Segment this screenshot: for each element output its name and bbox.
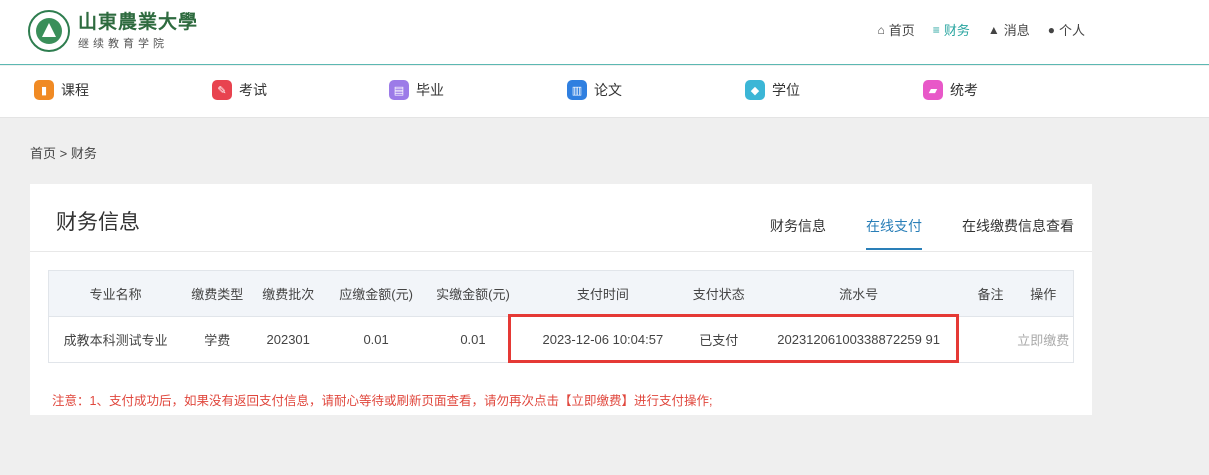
module-unified-exam[interactable]: ▰ 统考 [923, 80, 978, 100]
cell-due-amount: 0.01 [324, 316, 429, 363]
module-unified-exam-label: 统考 [950, 82, 978, 98]
col-fee-type: 缴费类型 [182, 270, 253, 317]
tab-divider [30, 251, 1092, 252]
cell-paid-amount: 0.01 [428, 316, 518, 363]
folder-icon: ▰ [923, 80, 943, 100]
document-icon: ▥ [567, 80, 587, 100]
col-pay-time: 支付时间 [517, 270, 688, 317]
module-graduation-label: 毕业 [416, 82, 444, 98]
graduation-cap-icon: ◆ [745, 80, 765, 100]
nav-messages-label: 消息 [1003, 23, 1030, 38]
tab-payment-records[interactable]: 在线缴费信息查看 [962, 216, 1074, 250]
col-due-amount: 应缴金额(元) [324, 270, 429, 317]
module-graduation[interactable]: ▤ 毕业 [389, 80, 444, 100]
book-icon: ▮ [34, 80, 54, 100]
nav-personal-label: 个人 [1058, 23, 1085, 38]
cell-pay-time: 2023-12-06 10:04:57 [517, 316, 688, 363]
university-emblem-icon [28, 10, 70, 52]
module-degree[interactable]: ◆ 学位 [745, 80, 800, 100]
breadcrumb: 首页 > 财务 [30, 146, 97, 161]
module-course-label: 课程 [61, 82, 89, 98]
cell-pay-status: 已支付 [687, 316, 750, 363]
nav-messages[interactable]: ▲ 消息 [988, 20, 1030, 39]
module-bar: ▮ 课程 ✎ 考试 ▤ 毕业 ▥ 论文 ◆ 学位 ▰ 统考 [0, 66, 1209, 118]
cell-serial-no: 20231206100338872259 91 [749, 316, 968, 363]
cell-batch: 202301 [252, 316, 325, 363]
database-icon: ≡ [932, 22, 940, 37]
top-header: 山東農業大學 继续教育学院 ⌂ 首页 ≡ 财务 ▲ 消息 ● 个人 [0, 0, 1209, 65]
col-pay-status: 支付状态 [687, 270, 750, 317]
page-title: 财务信息 [56, 211, 140, 234]
col-major: 专业名称 [48, 270, 183, 317]
home-icon: ⌂ [877, 22, 885, 37]
module-thesis[interactable]: ▥ 论文 [567, 80, 622, 100]
col-action: 操作 [1013, 270, 1074, 317]
module-exam[interactable]: ✎ 考试 [212, 80, 267, 100]
finance-card: 财务信息 财务信息 在线支付 在线缴费信息查看 专业名称 缴费类型 缴费批次 应… [30, 184, 1092, 415]
module-course[interactable]: ▮ 课程 [34, 80, 89, 100]
col-remark: 备注 [967, 270, 1014, 317]
cell-major: 成教本科测试专业 [48, 316, 183, 363]
pen-icon: ✎ [212, 80, 232, 100]
nav-home[interactable]: ⌂ 首页 [878, 20, 915, 39]
nav-finance[interactable]: ≡ 财务 [933, 20, 970, 39]
nav-personal[interactable]: ● 个人 [1048, 20, 1085, 39]
tab-bar: 财务信息 在线支付 在线缴费信息查看 [730, 216, 1074, 250]
bell-icon: ▲ [987, 22, 1000, 37]
table-row: 成教本科测试专业 学费 202301 0.01 0.01 2023-12-06 … [48, 316, 1074, 363]
payment-notice: 注意：1、支付成功后，如果没有返回支付信息，请耐心等待或刷新页面查看，请勿再次点… [52, 394, 713, 408]
nav-finance-label: 财务 [943, 23, 970, 38]
col-batch: 缴费批次 [252, 270, 325, 317]
col-paid-amount: 实缴金额(元) [428, 270, 518, 317]
payment-table: 专业名称 缴费类型 缴费批次 应缴金额(元) 实缴金额(元) 支付时间 支付状态… [48, 270, 1074, 363]
university-logo[interactable]: 山東農業大學 继续教育学院 [28, 10, 198, 52]
certificate-icon: ▤ [389, 80, 409, 100]
logo-subtitle: 继续教育学院 [78, 38, 168, 50]
logo-title: 山東農業大學 [78, 11, 199, 33]
tab-finance-info[interactable]: 财务信息 [770, 216, 826, 250]
module-degree-label: 学位 [772, 82, 800, 98]
user-icon: ● [1047, 22, 1055, 37]
col-serial-no: 流水号 [749, 270, 968, 317]
module-exam-label: 考试 [239, 82, 267, 98]
cell-remark [967, 316, 1014, 363]
tab-online-payment[interactable]: 在线支付 [866, 216, 922, 250]
module-thesis-label: 论文 [594, 82, 622, 98]
nav-home-label: 首页 [888, 23, 915, 38]
pay-now-button[interactable]: 立即缴费 [1017, 333, 1069, 348]
cell-fee-type: 学费 [182, 316, 253, 363]
table-header-row: 专业名称 缴费类型 缴费批次 应缴金额(元) 实缴金额(元) 支付时间 支付状态… [48, 270, 1074, 317]
cell-action: 立即缴费 [1013, 316, 1074, 363]
top-nav: ⌂ 首页 ≡ 财务 ▲ 消息 ● 个人 [860, 20, 1085, 39]
